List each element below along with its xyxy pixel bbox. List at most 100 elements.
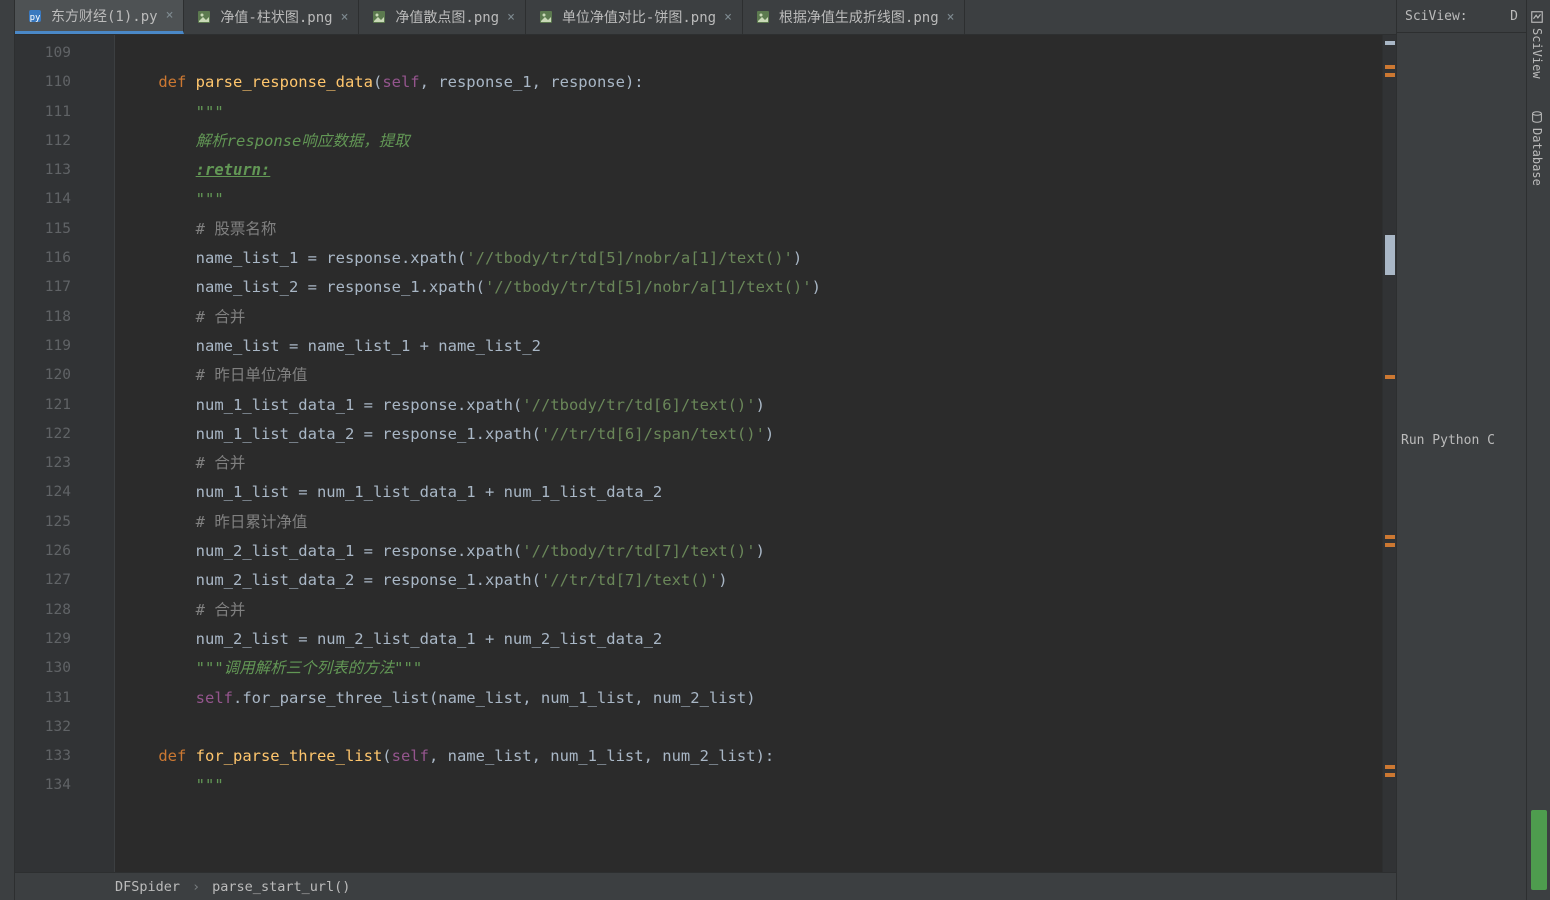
docstring: 解析response响应数据，提取 xyxy=(121,132,410,150)
code-text: num_2_list_data_1 = response.xpath( xyxy=(121,542,522,560)
string-literal: '//tbody/tr/td[6]/text()' xyxy=(522,396,755,414)
editor-tab-bar: py 东方财经(1).py × 净值-柱状图.png × 净值散点图.png ×… xyxy=(15,0,1396,35)
keyword-def: def xyxy=(158,73,195,91)
tab-label: 单位净值对比-饼图.png xyxy=(562,7,716,27)
image-file-icon xyxy=(755,9,771,25)
code-text-area[interactable]: def parse_response_data(self, response_1… xyxy=(115,35,1382,872)
tab-png-4[interactable]: 根据净值生成折线图.png × xyxy=(743,0,966,34)
line-number: 112 xyxy=(15,127,95,156)
run-python-console-label[interactable]: Run Python C xyxy=(1397,433,1526,448)
tab-png-3[interactable]: 单位净值对比-饼图.png × xyxy=(526,0,743,34)
code-text: num_1_list_data_2 = response_1.xpath( xyxy=(121,425,541,443)
line-number: 131 xyxy=(15,684,95,713)
line-number: 122 xyxy=(15,420,95,449)
close-icon[interactable]: × xyxy=(507,10,515,25)
sciview-icon xyxy=(1530,10,1544,24)
stripe-mark xyxy=(1385,535,1395,539)
code-text: num_1_list_data_1 = response.xpath( xyxy=(121,396,522,414)
docstring: """ xyxy=(121,776,224,794)
line-number-gutter: 109 110 111 112 113 114 115 116 117 118 … xyxy=(15,35,95,872)
line-number: 130 xyxy=(15,654,95,683)
tab-label: 东方财经(1).py xyxy=(51,6,158,26)
line-number: 134 xyxy=(15,771,95,800)
comment: # 昨日单位净值 xyxy=(121,366,307,384)
main-column: py 东方财经(1).py × 净值-柱状图.png × 净值散点图.png ×… xyxy=(15,0,1396,900)
line-number: 110 xyxy=(15,68,95,97)
code-text: num_2_list = num_2_list_data_1 + num_2_l… xyxy=(121,630,662,648)
line-number: 132 xyxy=(15,713,95,742)
string-literal: '//tr/td[6]/span/text()' xyxy=(541,425,765,443)
breadcrumb-method[interactable]: parse_start_url() xyxy=(212,879,350,895)
line-number: 127 xyxy=(15,566,95,595)
line-number: 126 xyxy=(15,537,95,566)
string-literal: '//tbody/tr/td[5]/nobr/a[1]/text()' xyxy=(485,278,812,296)
fold-strip[interactable] xyxy=(95,35,115,872)
docstring: """调用解析三个列表的方法""" xyxy=(121,659,422,677)
comment: # 合并 xyxy=(121,308,245,326)
close-icon[interactable]: × xyxy=(166,8,174,23)
code-text: name_list_1 = response.xpath( xyxy=(121,249,466,267)
sciview-body: Run Python C xyxy=(1397,33,1526,900)
line-number: 120 xyxy=(15,361,95,390)
python-file-icon: py xyxy=(27,8,43,24)
sciview-title: SciView: xyxy=(1405,9,1468,24)
close-icon[interactable]: × xyxy=(947,10,955,25)
image-file-icon xyxy=(371,9,387,25)
code-text: , response_1, response): xyxy=(420,73,644,91)
stripe-mark xyxy=(1385,375,1395,379)
stripe-mark xyxy=(1385,41,1395,45)
memory-indicator[interactable] xyxy=(1531,810,1547,890)
close-icon[interactable]: × xyxy=(724,10,732,25)
image-file-icon xyxy=(538,9,554,25)
line-number: 116 xyxy=(15,244,95,273)
tool-window-label: Database xyxy=(1530,128,1544,186)
comment: # 股票名称 xyxy=(121,220,276,238)
code-text: , name_list, num_1_list, num_2_list): xyxy=(429,747,774,765)
line-number: 133 xyxy=(15,742,95,771)
string-literal: '//tbody/tr/td[5]/nobr/a[1]/text()' xyxy=(466,249,793,267)
line-number: 129 xyxy=(15,625,95,654)
line-number: 121 xyxy=(15,391,95,420)
string-literal: '//tr/td[7]/text()' xyxy=(541,571,718,589)
string-literal: '//tbody/tr/td[7]/text()' xyxy=(522,542,755,560)
editor-area: 109 110 111 112 113 114 115 116 117 118 … xyxy=(15,35,1396,872)
chevron-right-icon: › xyxy=(192,879,200,895)
tab-png-1[interactable]: 净值-柱状图.png × xyxy=(184,0,359,34)
line-number: 111 xyxy=(15,98,95,127)
stripe-mark xyxy=(1385,765,1395,769)
line-number: 117 xyxy=(15,273,95,302)
tab-label: 净值-柱状图.png xyxy=(220,7,332,27)
error-stripe[interactable] xyxy=(1382,35,1396,872)
line-number: 119 xyxy=(15,332,95,361)
self-param: self xyxy=(392,747,429,765)
code-text: ) xyxy=(793,249,802,267)
code-text: name_list_2 = response_1.xpath( xyxy=(121,278,485,296)
tool-window-sciview[interactable]: SciView xyxy=(1530,10,1544,79)
code-text: ) xyxy=(765,425,774,443)
docstring xyxy=(121,161,196,179)
comment: # 昨日累计净值 xyxy=(121,513,307,531)
code-text: ) xyxy=(756,542,765,560)
tool-window-label: SciView xyxy=(1530,28,1544,79)
line-number: 124 xyxy=(15,478,95,507)
breadcrumb: DFSpider › parse_start_url() xyxy=(15,872,1396,900)
code-text: num_2_list_data_2 = response_1.xpath( xyxy=(121,571,541,589)
tab-png-2[interactable]: 净值散点图.png × xyxy=(359,0,526,34)
database-icon xyxy=(1530,110,1544,124)
svg-text:py: py xyxy=(30,13,41,23)
line-number: 109 xyxy=(15,39,95,68)
stripe-mark xyxy=(1385,543,1395,547)
comment: # 合并 xyxy=(121,454,245,472)
docstring: """ xyxy=(121,190,224,208)
keyword-def: def xyxy=(121,747,196,765)
stripe-mark xyxy=(1385,235,1395,275)
stripe-mark xyxy=(1385,773,1395,777)
docstring: """ xyxy=(121,103,224,121)
sciview-subtab[interactable]: D xyxy=(1510,9,1518,24)
tab-py-file[interactable]: py 东方财经(1).py × xyxy=(15,0,184,34)
tool-window-database[interactable]: Database xyxy=(1530,110,1544,186)
close-icon[interactable]: × xyxy=(341,10,349,25)
line-number: 115 xyxy=(15,215,95,244)
code-text: ( xyxy=(382,747,391,765)
breadcrumb-class[interactable]: DFSpider xyxy=(115,879,180,895)
